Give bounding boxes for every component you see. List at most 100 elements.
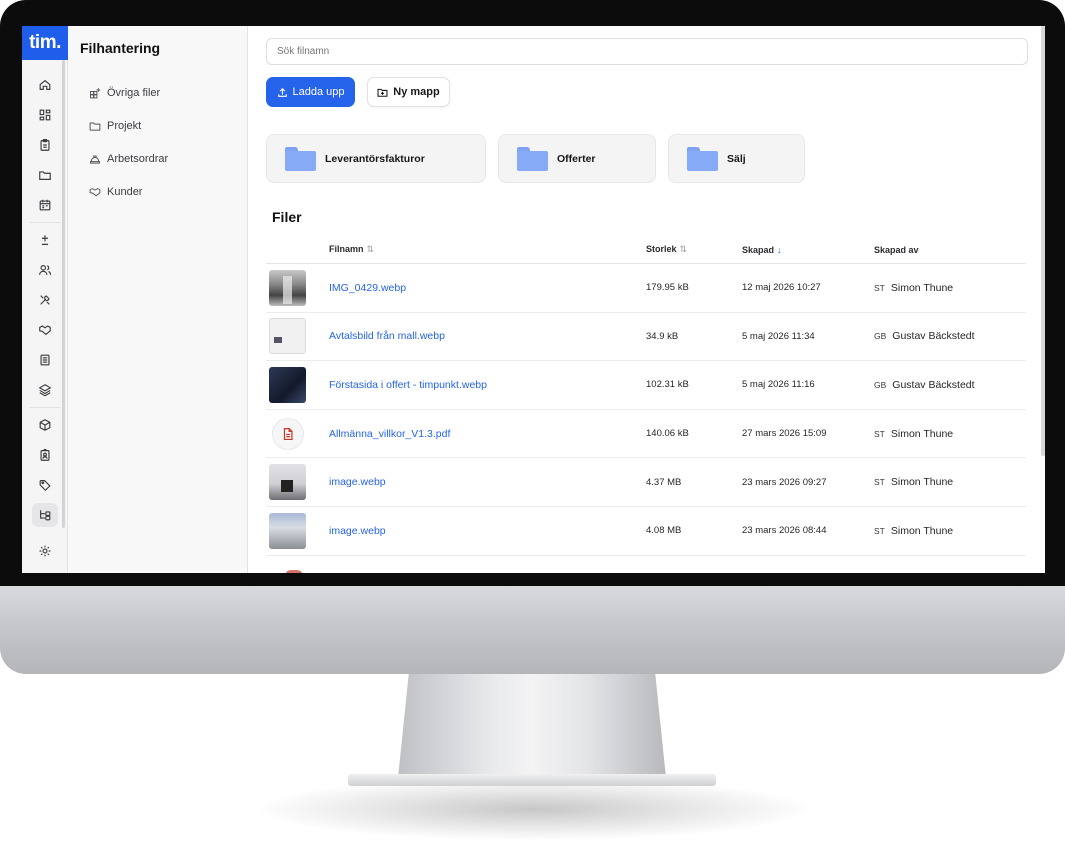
creator-name: Simon Thune: [890, 427, 954, 440]
file-size: 34.9 kB: [646, 330, 679, 342]
clipboard-icon[interactable]: [22, 130, 68, 160]
file-thumbnail[interactable]: [269, 318, 306, 355]
column-header-created[interactable]: Skapad ↓: [742, 245, 874, 255]
id-badge-icon[interactable]: [22, 440, 68, 470]
file-name-link[interactable]: Allmänna_villkor_V1.3.pdf: [329, 428, 450, 440]
folder-name: Sälj: [727, 152, 746, 165]
file-name-link[interactable]: Avtalsbild från mall.webp: [329, 330, 445, 342]
file-thumbnail[interactable]: [269, 512, 306, 549]
table-row[interactable]: Avtalsbild från mall.webp 34.9 kB 5 maj …: [266, 313, 1026, 362]
folder-icon: [89, 122, 101, 131]
icon-rail: tim.: [22, 26, 68, 573]
files-heading: Filer: [272, 209, 302, 225]
file-thumbnail[interactable]: [269, 464, 306, 501]
app-logo[interactable]: tim.: [22, 26, 68, 60]
sort-icon: ⇅: [366, 244, 375, 254]
main-content: Ladda upp Ny mapp Leverantörsfakturor Of…: [248, 26, 1045, 573]
section-title: Filhantering: [80, 40, 161, 56]
file-size: 179.95 kB: [646, 282, 689, 294]
file-size: 4.37 MB: [646, 476, 682, 488]
column-header-created-by[interactable]: Skapad av: [874, 245, 1026, 255]
avatar: ST: [874, 282, 885, 293]
package-icon[interactable]: [22, 410, 68, 440]
search-input[interactable]: [266, 38, 1028, 65]
folder-icon[interactable]: [22, 160, 68, 190]
file-name-link[interactable]: IMG_0429.webp: [329, 282, 406, 294]
file-created: 12 maj 2026 10:27: [742, 282, 821, 294]
file-size: 140.06 kB: [646, 428, 689, 440]
file-thumbnail[interactable]: [269, 366, 306, 403]
upload-button-label: Ladda upp: [292, 86, 345, 98]
hard-hat-icon: [90, 155, 100, 164]
column-header-size[interactable]: Storlek ⇅: [646, 244, 742, 255]
file-name-link[interactable]: Förstasida i offert - timpunkt.webp: [329, 379, 487, 391]
creator-name: Simon Thune: [890, 524, 954, 537]
file-created: 5 maj 2026 11:16: [742, 379, 815, 391]
upload-button[interactable]: Ladda upp: [266, 77, 355, 107]
folder-card-leverantorsfakturor[interactable]: Leverantörsfakturor: [266, 134, 486, 183]
folder-plus-icon: [377, 88, 388, 97]
monitor-chin: [0, 586, 1065, 674]
file-created: 23 mars 2026 08:44: [742, 525, 827, 537]
table-row[interactable]: Förstasida i offert - timpunkt.webp 102.…: [266, 361, 1026, 410]
file-created: 27 mars 2026 15:09: [742, 428, 827, 440]
stand-shadow: [258, 778, 808, 840]
table-row[interactable]: image.webp 4.08 MB 23 mars 2026 08:44 ST…: [266, 507, 1026, 556]
app-screen: tim. Filhantering Övriga filer Projekt A…: [22, 26, 1045, 573]
sidebar-item-ovriga-filer[interactable]: Övriga filer: [68, 76, 247, 109]
tag-icon[interactable]: [22, 470, 68, 500]
folder-card-offerter[interactable]: Offerter: [498, 134, 656, 183]
dashboard-grid-icon[interactable]: [22, 100, 68, 130]
new-folder-button-label: Ny mapp: [393, 86, 440, 98]
new-folder-button[interactable]: Ny mapp: [367, 77, 450, 107]
handshake-icon[interactable]: [22, 315, 68, 345]
grid-plus-icon: [90, 87, 101, 98]
file-thumbnail[interactable]: [285, 570, 303, 573]
avatar: GB: [874, 331, 887, 342]
file-tree-icon[interactable]: [22, 500, 68, 530]
home-icon[interactable]: [22, 70, 68, 100]
folder-icon: [285, 146, 316, 171]
folder-name: Offerter: [557, 152, 596, 165]
tools-icon[interactable]: [22, 285, 68, 315]
file-created: 23 mars 2026 09:27: [742, 476, 827, 488]
file-size: 4.08 MB: [646, 525, 682, 537]
sidebar-item-label: Övriga filer: [107, 86, 161, 99]
table-row[interactable]: Allmänna_villkor_V1.3.pdf 140.06 kB 27 m…: [266, 410, 1026, 459]
file-thumbnail[interactable]: [269, 269, 306, 306]
rail-divider: [30, 407, 60, 408]
sidebar-item-label: Arbetsordrar: [107, 152, 169, 165]
creator-name: Simon Thune: [890, 281, 954, 294]
avatar: ST: [874, 477, 885, 488]
file-thumbnail[interactable]: [272, 417, 304, 450]
pdf-file-icon: [283, 427, 293, 440]
layers-icon[interactable]: [22, 375, 68, 405]
file-name-link[interactable]: image.webp: [329, 476, 386, 488]
file-name-link[interactable]: image.webp: [329, 525, 386, 537]
monitor-stand: [398, 674, 666, 778]
users-icon[interactable]: [22, 255, 68, 285]
sidebar-item-projekt[interactable]: Projekt: [68, 109, 247, 142]
column-header-name[interactable]: Filnamn ⇅: [329, 244, 646, 255]
sidebar-item-arbetsordrar[interactable]: Arbetsordrar: [68, 142, 247, 175]
document-list-icon[interactable]: [22, 345, 68, 375]
sidebar-item-kunder[interactable]: Kunder: [68, 175, 247, 208]
avatar: GB: [874, 379, 887, 390]
sidebar-item-label: Kunder: [107, 185, 143, 198]
folder-card-salj[interactable]: Sälj: [668, 134, 805, 183]
avatar: ST: [874, 428, 885, 439]
calendar-icon[interactable]: [22, 190, 68, 220]
rail-divider: [30, 222, 60, 223]
plus-minus-icon[interactable]: [22, 225, 68, 255]
main-scrollbar[interactable]: [1041, 26, 1045, 456]
settings-icon[interactable]: [22, 537, 68, 565]
table-row[interactable]: IMG_0429.webp 179.95 kB 12 maj 2026 10:2…: [266, 264, 1026, 313]
files-table: Filnamn ⇅ Storlek ⇅ Skapad ↓ Skapad av IMG_…: [266, 236, 1026, 556]
section-sidebar: Filhantering Övriga filer Projekt Arbets…: [68, 26, 248, 573]
sort-icon: ⇅: [679, 244, 688, 254]
sort-desc-icon: ↓: [777, 244, 782, 255]
file-created: 5 maj 2026 11:34: [742, 330, 815, 342]
table-row[interactable]: image.webp 4.37 MB 23 mars 2026 09:27 ST…: [266, 458, 1026, 507]
creator-name: Simon Thune: [890, 476, 954, 489]
folder-name: Leverantörsfakturor: [325, 152, 425, 165]
